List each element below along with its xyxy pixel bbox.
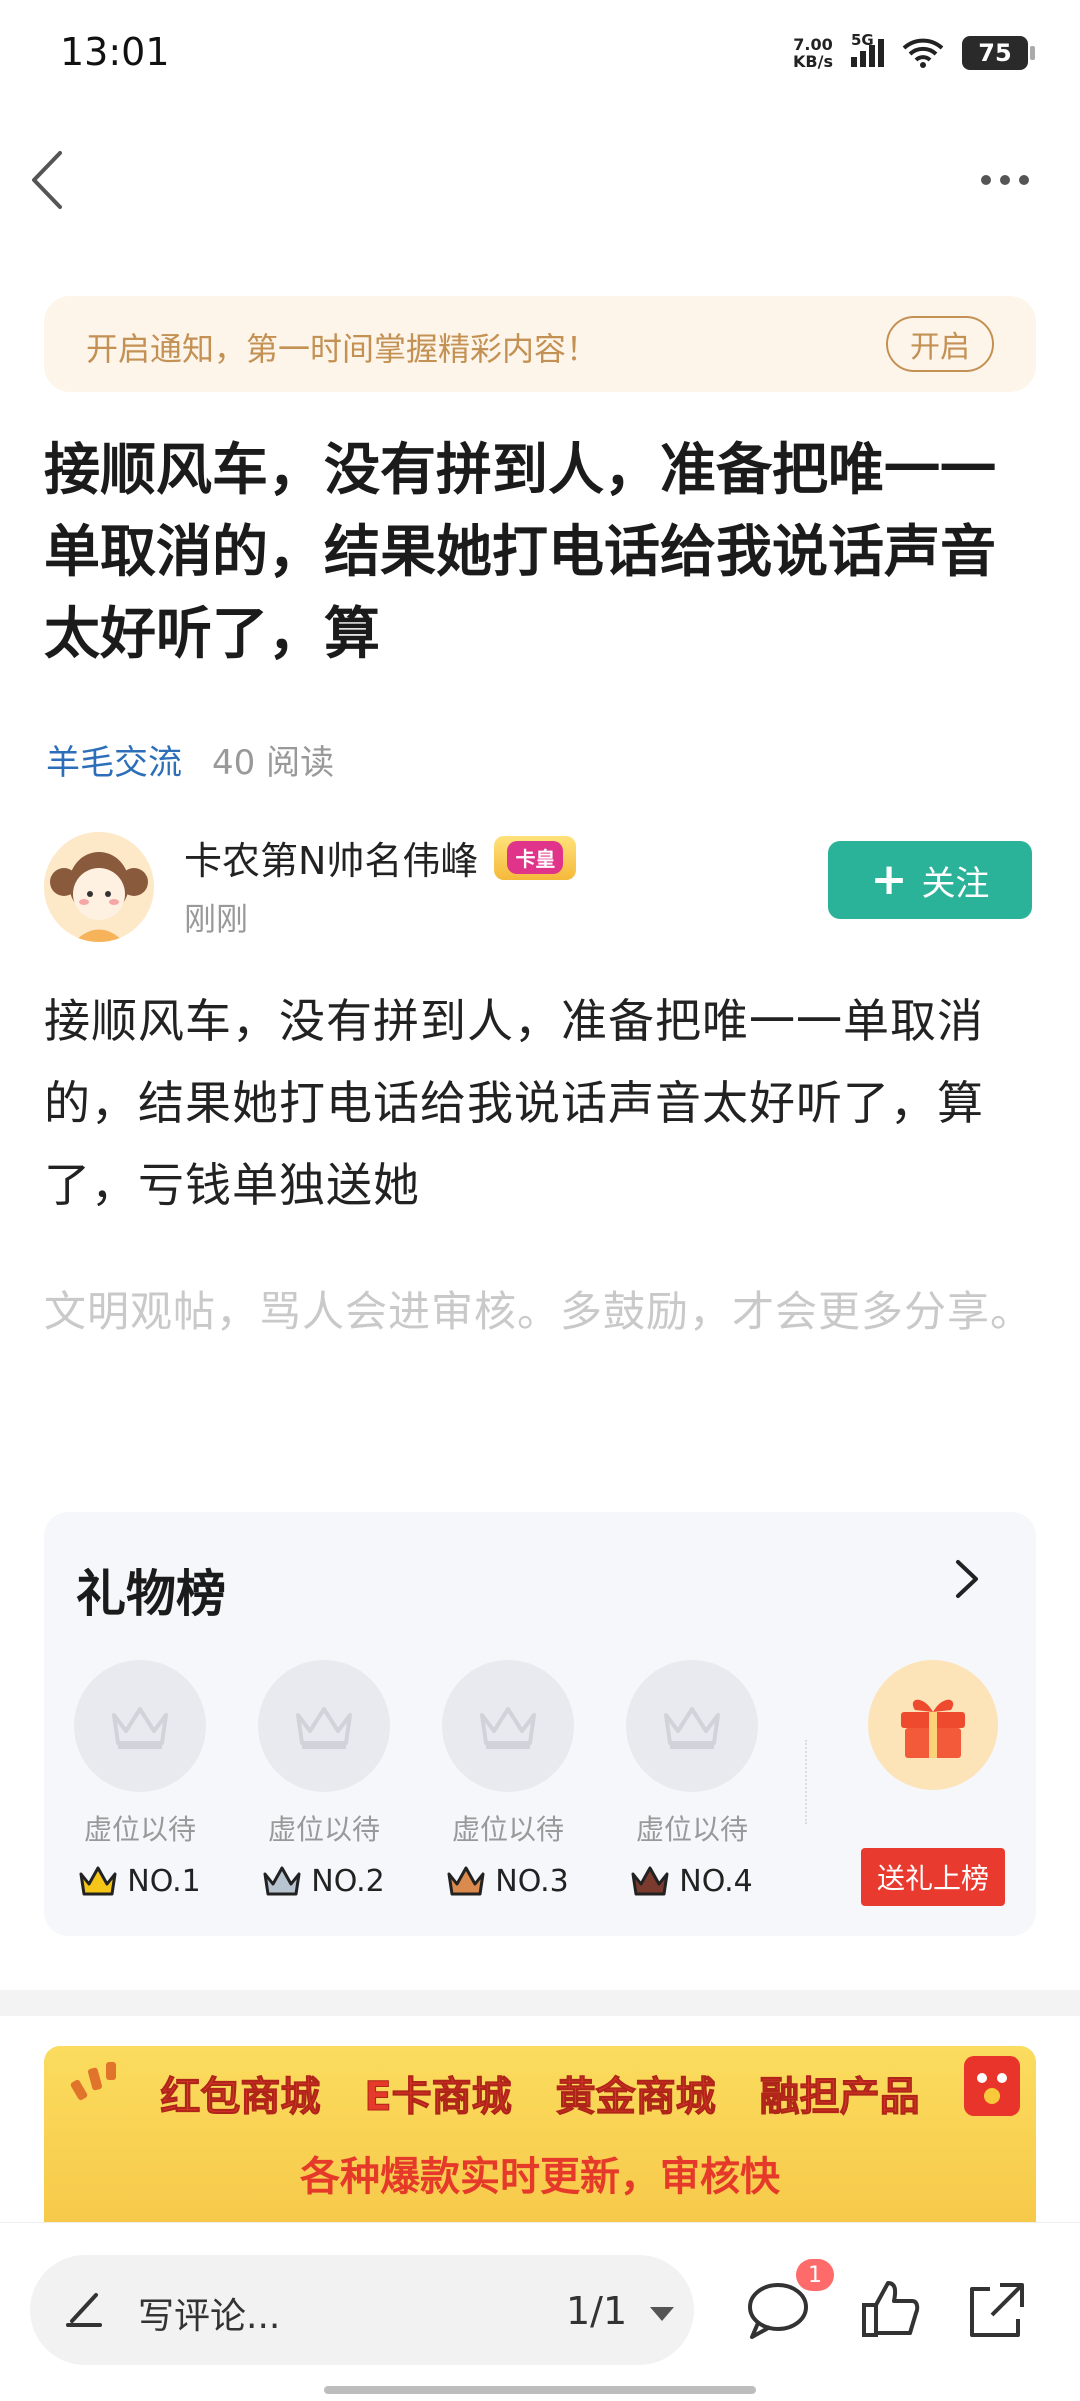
crown-placeholder-icon — [74, 1660, 206, 1792]
post-body: 接顺风车，没有拼到人，准备把唯一一单取消的，结果她打电话给我说话声音太好听了，算… — [44, 994, 984, 1212]
crown-placeholder-icon — [442, 1660, 574, 1792]
banner-subtitle: 各种爆款实时更新，审核快 — [300, 2154, 780, 2200]
slot-rank: NO.4 — [679, 1864, 753, 1899]
dark-crown-icon — [631, 1866, 669, 1895]
slot-rank: NO.2 — [311, 1864, 385, 1899]
bronze-crown-icon — [447, 1866, 485, 1895]
comment-count-badge: 1 — [796, 2259, 834, 2291]
more-options-icon[interactable] — [970, 160, 1040, 200]
gift-board-title: 礼物榜 — [76, 1565, 226, 1623]
back-icon[interactable] — [22, 145, 78, 215]
vip-badge: 卡皇 — [494, 835, 577, 880]
cellular-signal-icon: 5G — [851, 31, 884, 67]
divider — [805, 1740, 807, 1824]
chevron-right-icon[interactable] — [946, 1554, 986, 1604]
notification-banner: 开启通知，第一时间掌握精彩内容！ 开启 — [44, 296, 1036, 392]
silver-crown-icon — [263, 1866, 301, 1895]
plus-icon: + — [870, 854, 908, 905]
battery-icon: 75 — [962, 36, 1035, 70]
crown-placeholder-icon — [626, 1660, 758, 1792]
banner-item: E卡商城 — [364, 2074, 512, 2121]
net-speed: 7.00 KB/s — [793, 36, 833, 70]
author-name-row: 卡农第N帅名伟峰 卡皇 — [184, 830, 577, 885]
net-speed-unit: KB/s — [793, 52, 833, 71]
slot-label: 虚位以待 — [267, 1813, 380, 1846]
comment-placeholder: 写评论... — [138, 2296, 281, 2337]
gift-slot[interactable]: 虚位以待 NO.2 — [258, 1660, 390, 1899]
network-type: 5G — [851, 31, 874, 49]
gift-slot[interactable]: 虚位以待 NO.1 — [74, 1660, 206, 1899]
follow-label: 关注 — [921, 863, 990, 904]
banner-items: 红包商城 E卡商城 黄金商城 融担产品 — [44, 2064, 1036, 2122]
bottom-action-bar: 写评论... 1/1 1 — [0, 2222, 1080, 2401]
crown-placeholder-icon — [258, 1660, 390, 1792]
gift-slot[interactable]: 虚位以待 NO.3 — [442, 1660, 574, 1899]
like-icon[interactable] — [856, 2275, 926, 2345]
category-link[interactable]: 羊毛交流 — [46, 735, 182, 784]
net-speed-value: 7.00 — [793, 35, 833, 54]
gift-board: 礼物榜 虚位以待 NO.1 虚位以待 NO.2 虚位以待 NO.3 虚位以待 N… — [44, 1512, 1036, 1936]
page-indicator[interactable]: 1/1 — [566, 2289, 627, 2333]
home-indicator[interactable] — [324, 2386, 756, 2394]
slot-rank: NO.1 — [127, 1864, 201, 1899]
section-divider — [0, 1990, 1080, 2016]
author-name[interactable]: 卡农第N帅名伟峰 — [184, 830, 478, 885]
avatar[interactable] — [44, 832, 154, 942]
slot-label: 虚位以待 — [451, 1813, 564, 1846]
status-icons: 7.00 KB/s 5G 75 — [793, 31, 1035, 70]
pencil-icon — [66, 2293, 102, 2327]
banner-item: 红包商城 — [160, 2074, 321, 2121]
send-gift-button[interactable]: 送礼上榜 — [861, 1848, 1005, 1906]
slot-rank: NO.3 — [495, 1864, 569, 1899]
share-icon[interactable] — [962, 2275, 1032, 2345]
caret-down-icon[interactable] — [650, 2307, 674, 2321]
slot-label: 虚位以待 — [635, 1813, 748, 1846]
promo-banner[interactable]: 红包商城 E卡商城 黄金商城 融担产品 各种爆款实时更新，审核快 — [44, 2046, 1036, 2224]
red-envelope-mascot-icon — [964, 2056, 1020, 2116]
post-meta: 羊毛交流 40 阅读 — [46, 735, 334, 784]
read-count: 40 阅读 — [212, 743, 335, 783]
gift-slot[interactable]: 虚位以待 NO.4 — [626, 1660, 758, 1899]
follow-button[interactable]: + 关注 — [828, 841, 1032, 919]
banner-item: 融担产品 — [759, 2074, 920, 2121]
community-hint: 文明观帖，骂人会进审核。多鼓励，才会更多分享。 — [44, 1287, 1034, 1336]
post-time: 刚刚 — [184, 900, 249, 938]
gold-crown-icon — [79, 1866, 117, 1895]
post-title: 接顺风车，没有拼到人，准备把唯一一单取消的，结果她打电话给我说话声音太好听了，算 — [44, 438, 996, 667]
status-time: 13:01 — [60, 30, 170, 74]
gift-box-icon[interactable] — [868, 1660, 998, 1790]
enable-notification-button[interactable]: 开启 — [886, 316, 994, 372]
avatar-image — [44, 832, 154, 942]
comment-input[interactable]: 写评论... 1/1 — [30, 2255, 694, 2365]
badge-label: 卡皇 — [507, 841, 564, 874]
wifi-icon — [902, 38, 944, 68]
notification-text: 开启通知，第一时间掌握精彩内容！ — [86, 330, 599, 368]
banner-item: 黄金商城 — [555, 2074, 716, 2121]
slot-label: 虚位以待 — [83, 1813, 196, 1846]
